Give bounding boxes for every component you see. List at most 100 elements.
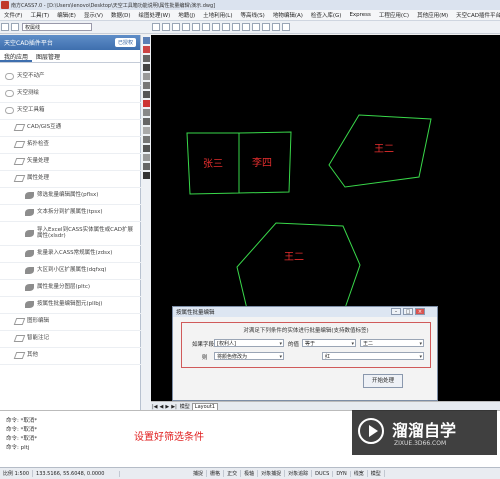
close-icon[interactable]: × [415,308,425,315]
mode-lineweight[interactable]: 线宽 [351,470,368,477]
copy-icon[interactable] [142,91,150,98]
tab-model[interactable]: 模型 [178,403,192,410]
mode-polar[interactable]: 极轴 [241,470,259,477]
color-select[interactable]: 红 [322,352,424,361]
point-icon[interactable] [142,46,150,53]
line-tool-icon[interactable] [142,55,150,62]
open-file-icon[interactable] [11,23,19,31]
cloud-icon [5,90,14,97]
menu-view[interactable]: 显示(V) [80,11,107,19]
start-process-button[interactable]: 开始处理 [363,374,403,388]
tree-item-topology[interactable]: 拓扑检查 [0,136,154,154]
mode-ducs[interactable]: DUCS [312,470,334,477]
array-icon[interactable] [142,163,150,170]
zoom-icon[interactable] [232,23,240,31]
field-select[interactable]: [权利人] [214,339,284,348]
watermark-name: 溜溜自学 [392,421,457,440]
layer-select[interactable]: 权属线 [22,23,92,31]
menu-tools[interactable]: 工具(T) [26,11,53,19]
menu-cadastre[interactable]: 地籍(J) [174,11,199,19]
move-icon[interactable] [142,82,150,89]
text-icon[interactable] [262,23,270,31]
last-tab-icon[interactable]: ▶| [170,404,178,410]
tree-item-xlsdr[interactable]: 导入Excel到CASS实体属性或CAD扩展属性(xlsdr) [0,221,164,246]
tree-item-label: 属性处理 [27,175,50,182]
menu-check[interactable]: 检查入库(G) [307,11,346,19]
tree-item-dqfxq[interactable]: 大区到小区扩展属性(dqfxq) [0,262,164,280]
tree-item-pltc[interactable]: 属性批量分图层(pltc) [0,279,164,297]
first-tab-icon[interactable]: |◀ [151,404,159,410]
menu-landuse[interactable]: 土地利用(L) [199,11,236,19]
mode-osnap[interactable]: 对象捕捉 [258,470,286,477]
rotate-icon[interactable] [142,109,150,116]
menu-file[interactable]: 文件(F) [0,11,26,19]
line-icon[interactable] [172,23,180,31]
scale-icon[interactable] [142,118,150,125]
extend-icon[interactable] [142,136,150,143]
menu-contour[interactable]: 等高线(S) [237,11,269,19]
tree-item-surveying[interactable]: 天空测绘 [0,85,144,103]
polyline-icon[interactable] [142,64,150,71]
app-logo [1,1,9,9]
offset-icon[interactable] [142,145,150,152]
tab-layer-manage[interactable]: 图层管理 [32,50,64,62]
menu-engineering[interactable]: 工程应用(C) [375,11,413,19]
mode-ortho[interactable]: 正交 [224,470,242,477]
new-file-icon[interactable] [1,23,9,31]
menu-feature-edit[interactable]: 地物编辑(A) [269,11,307,19]
tree-item-zdsx[interactable]: 批量录入CASS常规属性(zdsx) [0,245,164,263]
tree-item-graphic-edit[interactable]: 图形编辑 [0,313,154,331]
tree-item-realestate[interactable]: 天空不动产 [0,68,144,86]
value-label: 的值 [288,342,300,348]
draw-tool-icon[interactable] [152,23,160,31]
rect-icon[interactable] [142,73,150,80]
tree-item-pllbj[interactable]: 按属性批量编辑图元(pllbj) [0,296,164,314]
arc-icon[interactable] [272,23,280,31]
settings-icon[interactable] [212,23,220,31]
grid-icon[interactable] [222,23,230,31]
menu-data[interactable]: 数据(D) [107,11,135,19]
title-bar: 南方CASS7.0 - [D:\Users\lenovo\Desktop\天空工… [0,0,500,10]
mode-snap[interactable]: 捕捉 [190,470,208,477]
tree-item-vector[interactable]: 矢量处理 [0,153,154,171]
mode-otrack[interactable]: 对象追踪 [285,470,313,477]
mode-grid[interactable]: 栅格 [207,470,225,477]
tree-item-label: 属性批量分图层(pltc) [37,284,90,291]
cross-icon[interactable] [192,23,200,31]
command-text: *取消* [20,436,38,442]
tree-item-tpsx[interactable]: 文本拆分到扩展属性(tpsx) [0,204,164,222]
mirror-icon[interactable] [142,154,150,161]
tree-item-label: 其他 [27,352,39,359]
mode-dyn[interactable]: DYN [333,470,351,477]
menu-plugin-platform[interactable]: 天空CAD插件平台 [452,11,500,19]
tree-item-smart-annot[interactable]: 智能注记 [0,330,154,348]
tree-item-attribute[interactable]: 属性处理 [0,170,154,188]
mode-model[interactable]: 模型 [368,470,385,477]
authorized-button[interactable]: 已授权 [114,38,136,47]
value-input[interactable]: 王二 [360,339,424,348]
trim-icon[interactable] [142,127,150,134]
tree-item-other[interactable]: 其他 [0,347,154,365]
select-icon[interactable] [142,37,150,44]
tree-item-toolbox[interactable]: 天空工具箱 [0,102,144,120]
tree-item-pflsx[interactable]: 筛选批量编辑属性(pflsx) [0,187,164,205]
minimize-icon[interactable]: – [391,308,401,315]
menu-edit[interactable]: 编辑(E) [53,11,80,19]
erase-icon[interactable] [142,172,150,179]
circle-icon[interactable] [282,23,290,31]
tree-item-label: 批量录入CASS常规属性(zdsx) [37,250,113,257]
pencil-icon[interactable] [162,23,170,31]
tab-my-apps[interactable]: 我的应用 [0,50,33,62]
pointer-icon[interactable] [202,23,210,31]
operator-select[interactable]: 等于 [302,339,356,348]
menu-express[interactable]: Express [345,12,374,18]
check-icon[interactable] [182,23,190,31]
action-select[interactable]: 将颜色修改为 [214,352,284,361]
tree-item-cad-gis[interactable]: CAD/GIS互通 [0,119,154,137]
pan-icon[interactable] [242,23,250,31]
menu-drawing[interactable]: 绘图处理(W) [135,11,175,19]
highlight-icon[interactable] [142,100,150,107]
menu-other[interactable]: 其他应用(M) [413,11,452,19]
measure-icon[interactable] [252,23,260,31]
maximize-icon[interactable]: □ [403,308,413,315]
